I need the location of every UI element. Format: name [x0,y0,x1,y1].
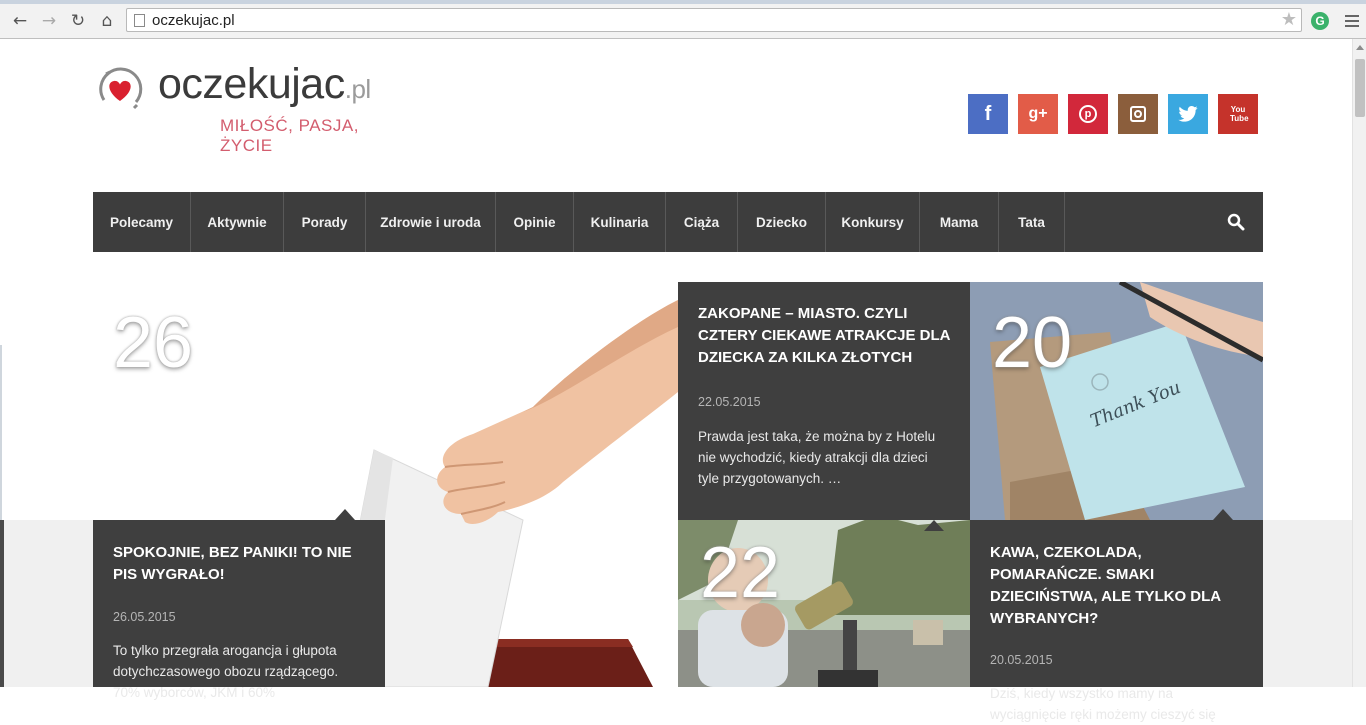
nav-item-porady[interactable]: Porady [284,192,366,252]
post-date: 20.05.2015 [990,653,1053,667]
page-icon [134,14,145,27]
extension-icon[interactable]: G [1311,12,1329,30]
page-scrollbar[interactable] [1352,39,1366,687]
nav-item-ciaza[interactable]: Ciąża [666,192,738,252]
pinterest-button[interactable]: p [1068,94,1108,134]
post-title[interactable]: ZAKOPANE – MIASTO. CZYLI CZTERY CIEKAWE … [698,303,950,369]
twitter-bird-icon [1178,106,1198,122]
post-card-kawa[interactable]: KAWA, CZEKOLADA, POMARAŃCZE. SMAKI DZIEC… [970,520,1263,722]
post-day-number: 22 [700,533,781,613]
post-excerpt: To tylko przegrała arogancja i głupota d… [113,643,339,700]
card-pointer [335,509,355,520]
card-pointer [924,520,944,531]
instagram-icon [1130,106,1146,122]
youtube-button[interactable]: You Tube [1218,94,1258,134]
scroll-thumb[interactable] [1355,59,1365,117]
reload-icon[interactable]: ↻ [67,10,89,32]
site-logo[interactable]: oczekujac.pl MIŁOŚĆ, PASJA, ŻYCIE [94,60,414,155]
facebook-icon: f [984,102,992,125]
google-plus-icon: g+ [1028,105,1048,122]
post-date: 22.05.2015 [698,395,761,409]
nav-item-tata[interactable]: Tata [999,192,1065,252]
nav-item-kulinaria[interactable]: Kulinaria [574,192,666,252]
post-title[interactable]: SPOKOJNIE, BEZ PANIKI! TO NIE PIS WYGRAŁ… [113,542,365,586]
browser-menu-icon[interactable] [1345,15,1359,27]
nav-item-konkursy[interactable]: Konkursy [826,192,920,252]
pinterest-icon: p [1079,105,1097,123]
forward-arrow-icon[interactable]: → [38,10,60,32]
logo-tld: .pl [344,74,371,104]
side-edge-dark [0,520,4,687]
facebook-button[interactable]: f [968,94,1008,134]
nav-item-opinie[interactable]: Opinie [496,192,574,252]
instagram-button[interactable] [1118,94,1158,134]
address-bar[interactable]: oczekujac.pl ★ [126,8,1302,32]
url-text[interactable]: oczekujac.pl [152,12,235,29]
card-pointer [1213,509,1233,520]
post-image-kawa[interactable]: Thank You 20 [970,282,1263,520]
main-navigation: Polecamy Aktywnie Porady Zdrowie i uroda… [93,192,1263,252]
nav-item-dziecko[interactable]: Dziecko [738,192,826,252]
nav-item-mama[interactable]: Mama [920,192,999,252]
logo-name: oczekujac [158,60,345,108]
logo-wordmark: oczekujac.pl [158,60,371,109]
side-edge [0,345,2,520]
nav-item-polecamy[interactable]: Polecamy [93,192,191,252]
bookmark-star-icon[interactable]: ★ [1281,9,1297,30]
post-date: 26.05.2015 [113,610,176,624]
post-day-number: 26 [113,303,194,383]
logo-tagline: MIŁOŚĆ, PASJA, ŻYCIE [220,116,359,155]
post-day-number: 20 [992,303,1073,383]
heart-logo-icon [99,67,143,110]
nav-item-aktywnie[interactable]: Aktywnie [191,192,284,252]
post-title[interactable]: KAWA, CZEKOLADA, POMARAŃCZE. SMAKI DZIEC… [990,542,1243,630]
youtube-icon: You Tube [1230,105,1249,123]
post-card-main[interactable]: SPOKOJNIE, BEZ PANIKI! TO NIE PIS WYGRAŁ… [93,520,385,700]
google-plus-button[interactable]: g+ [1018,94,1058,134]
post-excerpt: Prawda jest taka, że można by z Hotelu n… [698,429,936,486]
scroll-up-icon[interactable] [1356,45,1364,50]
browser-toolbar: ← → ↻ ⌂ oczekujac.pl ★ G [0,4,1366,39]
search-icon[interactable] [1227,213,1245,231]
twitter-button[interactable] [1168,94,1208,134]
back-arrow-icon[interactable]: ← [9,10,31,32]
post-excerpt: Dziś, kiedy wszystko mamy na wyciągnięci… [990,686,1216,722]
post-card-zakopane[interactable]: ZAKOPANE – MIASTO. CZYLI CZTERY CIEKAWE … [678,282,970,520]
home-icon[interactable]: ⌂ [96,10,118,32]
post-image-zakopane[interactable]: 22 [678,520,970,687]
nav-item-zdrowie-i-uroda[interactable]: Zdrowie i uroda [366,192,496,252]
